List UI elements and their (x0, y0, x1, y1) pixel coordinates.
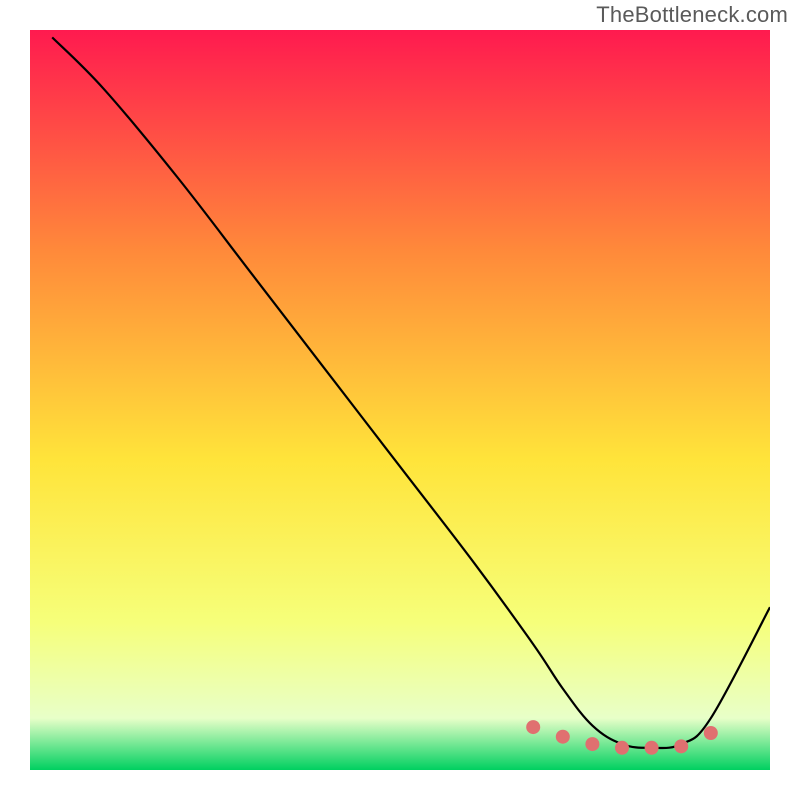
floor-marker (556, 730, 570, 744)
floor-marker (615, 741, 629, 755)
gradient-background (30, 30, 770, 770)
floor-marker (645, 741, 659, 755)
floor-marker (704, 726, 718, 740)
chart-canvas: TheBottleneck.com (0, 0, 800, 800)
chart-svg (30, 30, 770, 770)
floor-marker (526, 720, 540, 734)
watermark-text: TheBottleneck.com (596, 2, 788, 28)
floor-marker (585, 737, 599, 751)
plot-area (30, 30, 770, 770)
floor-marker (674, 739, 688, 753)
